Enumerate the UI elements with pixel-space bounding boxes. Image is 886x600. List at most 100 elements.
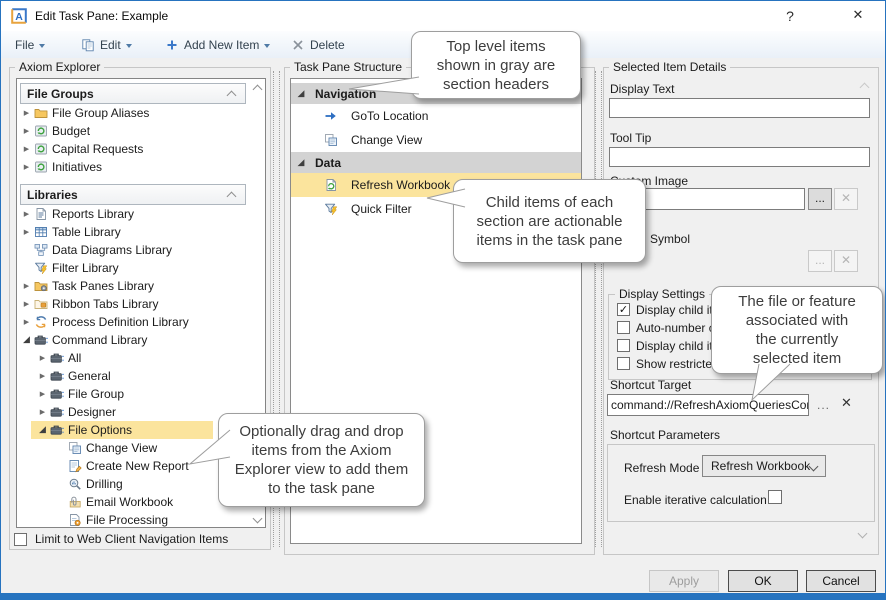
callout-line: selected item	[753, 349, 841, 368]
scroll-down-icon[interactable]	[858, 529, 868, 539]
tree-item-label: Command Library	[52, 333, 147, 347]
command-icon	[49, 369, 64, 383]
tree-item-label: File Group	[68, 387, 124, 401]
dialog-title: Edit Task Pane: Example	[35, 1, 168, 31]
file-groups-header[interactable]: File Groups	[20, 83, 246, 104]
collapse-arrow-icon[interactable]: ◢	[295, 89, 307, 99]
delete-label: Delete	[310, 38, 345, 52]
shortcut-parameters-label: Shortcut Parameters	[610, 428, 720, 442]
file-groups-header-label: File Groups	[27, 87, 94, 101]
tree-item-task-panes-library[interactable]: ▶Task Panes Library	[17, 277, 265, 295]
callout-drag-drop: Optionally drag and dropitems from the A…	[218, 413, 425, 507]
collapse-chevron-icon[interactable]	[860, 83, 870, 93]
refresh-workbook-icon	[323, 178, 339, 192]
filter-icon	[33, 261, 48, 275]
file-menu-button[interactable]: File	[15, 31, 45, 58]
expand-arrow-icon[interactable]: ▶	[36, 408, 49, 416]
drilling-icon	[67, 477, 82, 491]
collapse-arrow-icon[interactable]: ◢	[295, 158, 307, 168]
checkbox-icon[interactable]: ✓	[617, 303, 630, 316]
tree-item-table-library[interactable]: ▶Table Library	[17, 223, 265, 241]
splitter-grip[interactable]	[595, 71, 602, 547]
collapse-chevron-icon[interactable]	[227, 192, 237, 202]
expand-arrow-icon[interactable]: ▶	[20, 300, 33, 308]
tree-item-label: Email Workbook	[86, 495, 173, 509]
shortcut-target-browse-button[interactable]: ...	[817, 398, 830, 412]
custom-image-browse-button[interactable]: ...	[808, 188, 832, 210]
tree-item-reports-library[interactable]: ▶Reports Library	[17, 205, 265, 223]
tool-tip-label: Tool Tip	[610, 131, 651, 145]
task-pane-item-goto-location[interactable]: GoTo Location	[291, 104, 581, 128]
task-panes-icon	[33, 279, 48, 293]
tree-item-data-diagrams-library[interactable]: Data Diagrams Library	[17, 241, 265, 259]
tree-item-filter-library[interactable]: Filter Library	[17, 259, 265, 277]
limit-web-client-row[interactable]: Limit to Web Client Navigation Items	[14, 532, 228, 546]
refresh-mode-label: Refresh Mode	[624, 461, 699, 475]
callout-line: Optionally drag and drop	[239, 422, 403, 441]
tree-item-capital-requests[interactable]: ▶Capital Requests	[17, 140, 265, 158]
tree-item-file-group-aliases[interactable]: ▶File Group Aliases	[17, 104, 265, 122]
edit-task-pane-dialog: A Edit Task Pane: Example ? ✕ File Edit …	[0, 0, 886, 600]
ok-button[interactable]: OK	[728, 570, 798, 592]
file-groups-list: ▶File Group Aliases▶Budget▶Capital Reque…	[17, 104, 265, 176]
checkbox-icon[interactable]	[617, 357, 630, 370]
callout-line: Explorer view to add them	[235, 460, 408, 479]
tree-item-file-processing[interactable]: File Processing	[17, 511, 265, 528]
close-icon[interactable]: ✕	[845, 1, 871, 31]
expand-arrow-icon[interactable]: ▶	[36, 390, 49, 398]
chevron-down-icon	[126, 44, 132, 48]
scroll-up-icon[interactable]	[253, 85, 263, 95]
delete-x-icon	[291, 38, 305, 52]
checkbox-icon[interactable]	[617, 339, 630, 352]
process-definition-icon	[33, 315, 48, 329]
tree-item-label: Create New Report	[86, 459, 189, 473]
expand-arrow-icon[interactable]: ▶	[20, 228, 33, 236]
expand-arrow-icon[interactable]: ▶	[20, 210, 33, 218]
tree-item-budget[interactable]: ▶Budget	[17, 122, 265, 140]
iterative-calculation-checkbox[interactable]	[768, 490, 782, 504]
expand-arrow-icon[interactable]: ▶	[20, 282, 33, 290]
checkbox-icon[interactable]	[617, 321, 630, 334]
command-icon	[33, 333, 48, 347]
iterative-calculation-label: Enable iterative calculation	[624, 493, 767, 507]
tree-item-label: All	[68, 351, 81, 365]
collapse-arrow-icon[interactable]: ◢	[20, 335, 33, 345]
callout-line: Child items of each	[486, 193, 614, 212]
edit-menu-button[interactable]: Edit	[81, 31, 132, 58]
expand-arrow-icon[interactable]: ▶	[20, 109, 33, 117]
expand-arrow-icon[interactable]: ▶	[36, 354, 49, 362]
tree-item-ribbon-tabs-library[interactable]: ▶ Ribbon Tabs Library	[17, 295, 265, 313]
change-view-icon	[323, 133, 339, 147]
expand-arrow-icon[interactable]: ▶	[20, 318, 33, 326]
shortcut-target-clear-button[interactable]: ✕	[841, 396, 852, 411]
tree-item-command-library[interactable]: ◢ Command Library	[17, 331, 265, 349]
tree-item-label: Ribbon Tabs Library	[52, 297, 159, 311]
task-pane-item-change-view[interactable]: Change View	[291, 128, 581, 152]
add-new-item-button[interactable]: Add New Item	[165, 31, 270, 58]
checkbox-icon[interactable]	[14, 533, 27, 546]
collapse-arrow-icon[interactable]: ◢	[36, 425, 49, 435]
expand-arrow-icon[interactable]: ▶	[36, 372, 49, 380]
tree-item-general[interactable]: ▶General	[17, 367, 265, 385]
expand-arrow-icon[interactable]: ▶	[20, 163, 33, 171]
section-header-data[interactable]: ◢Data	[291, 152, 581, 173]
tree-item-all[interactable]: ▶ All	[17, 349, 265, 367]
delete-button[interactable]: Delete	[291, 31, 345, 58]
shortcut-target-input[interactable]: command://RefreshAxiomQueriesCom	[607, 394, 809, 416]
tree-item-initiatives[interactable]: ▶ Initiatives	[17, 158, 265, 176]
help-button[interactable]: ?	[777, 1, 803, 31]
tree-item-process-definition-library[interactable]: ▶ Process Definition Library	[17, 313, 265, 331]
add-new-item-label: Add New Item	[184, 38, 259, 52]
expand-arrow-icon[interactable]: ▶	[20, 145, 33, 153]
tool-tip-input[interactable]	[609, 147, 870, 167]
expand-arrow-icon[interactable]: ▶	[20, 127, 33, 135]
refresh-mode-dropdown[interactable]: Refresh Workbook	[702, 455, 826, 477]
tree-item-label: Process Definition Library	[52, 315, 189, 329]
cancel-button[interactable]: Cancel	[806, 570, 876, 592]
libraries-header[interactable]: Libraries	[20, 184, 246, 205]
collapse-chevron-icon[interactable]	[227, 91, 237, 101]
display-text-input[interactable]	[609, 98, 870, 118]
tree-item-label: Initiatives	[52, 160, 102, 174]
table-icon	[33, 225, 48, 239]
tree-item-file-group[interactable]: ▶ File Group	[17, 385, 265, 403]
